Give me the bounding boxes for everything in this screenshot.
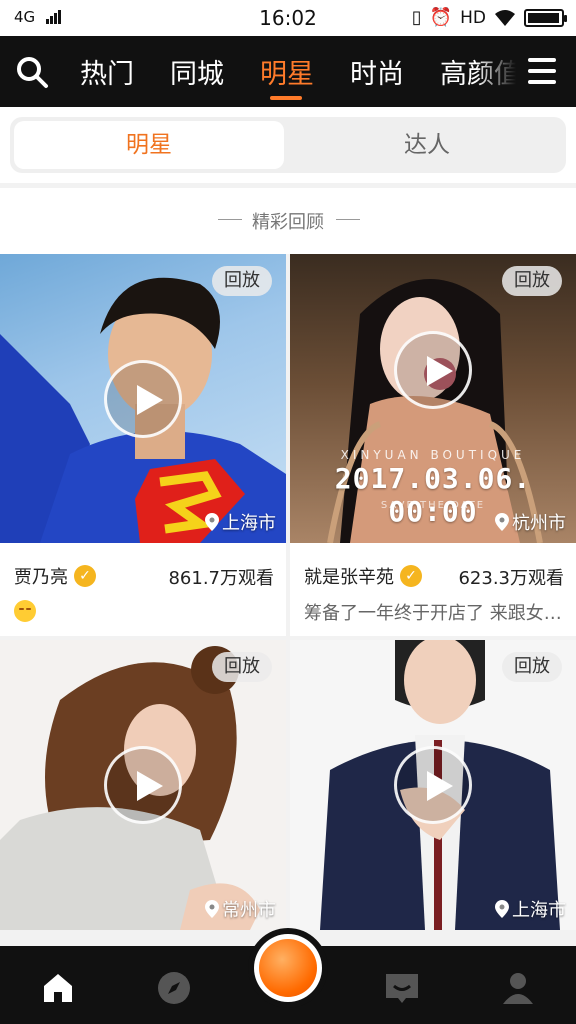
card-thumbnail[interactable]: 回放 上海市 [290,640,576,930]
card-thumbnail[interactable]: 回放 常州市 [0,640,286,930]
home-icon[interactable] [38,968,78,1008]
location-tag: 上海市 [495,896,566,922]
play-icon[interactable] [104,359,182,438]
replay-badge: 回放 [502,652,562,682]
tab-hot[interactable]: 热门 [80,52,134,91]
location-tag: 常州市 [205,896,276,922]
location-pin-icon [495,900,509,918]
replay-badge: 回放 [212,652,272,682]
top-nav: 热门 同城 明星 时尚 高颜值 [0,36,576,107]
replay-badge: 回放 [502,266,562,296]
search-icon[interactable] [14,54,50,90]
segment-talent[interactable]: 达人 [292,121,562,169]
emoji-icon [14,600,36,622]
segment-bar: 明星 达人 [0,107,576,183]
record-button[interactable] [248,928,328,1008]
hd-label: HD [460,8,486,28]
live-card[interactable]: 回放 上海市 贾乃亮 ✓ 861.7万观看 [0,254,286,636]
battery-icon [524,9,567,27]
card-thumbnail[interactable]: 回放 上海市 [0,254,286,543]
divider-right [336,219,360,220]
stream-description: 筹备了一年终于开店了 来跟女… [304,603,562,624]
record-button-core [259,939,317,997]
view-count: 623.3万观看 [458,568,564,589]
compass-icon[interactable] [154,968,194,1008]
segment-control: 明星 达人 [10,117,566,173]
location-label: 上海市 [512,900,566,921]
streamer-name: 就是张辛苑 ✓ [304,563,422,589]
play-icon[interactable] [394,330,472,409]
location-label: 杭州市 [512,513,566,534]
verified-icon: ✓ [74,565,96,587]
play-icon[interactable] [104,746,182,824]
active-tab-indicator [270,96,302,100]
tab-celebrity[interactable]: 明星 [260,52,314,91]
streamer-name-text: 就是张辛苑 [304,567,394,588]
menu-icon[interactable] [528,58,556,84]
replay-badge: 回放 [212,266,272,296]
section-title: 精彩回顾 [252,212,324,233]
tabs-fade [476,36,516,107]
live-card[interactable]: 回放 常州市 [0,640,286,930]
status-bar: 4G 16:02 ▯ ⏰ HD [0,0,576,36]
view-count: 861.7万观看 [168,568,274,589]
card-thumbnail[interactable]: XINYUAN BOUTIQUE 2017.03.06. 00:00 SAVE … [290,254,576,543]
location-pin-icon [205,513,219,531]
location-tag: 杭州市 [495,509,566,535]
vibrate-icon: ▯ [411,7,422,28]
location-label: 常州市 [222,900,276,921]
streamer-name: 贾乃亮 ✓ [14,563,96,589]
verified-icon: ✓ [400,565,422,587]
alarm-icon: ⏰ [429,7,453,28]
wifi-icon [495,10,515,26]
location-pin-icon [495,513,509,531]
message-icon[interactable] [382,968,422,1008]
streamer-name-text: 贾乃亮 [14,567,68,588]
tab-local[interactable]: 同城 [170,52,224,91]
live-card[interactable]: 回放 上海市 [290,640,576,930]
live-card[interactable]: XINYUAN BOUTIQUE 2017.03.06. 00:00 SAVE … [290,254,576,636]
overlay-brand-text: XINYUAN BOUTIQUE [340,448,526,462]
play-icon[interactable] [394,746,472,824]
tab-fashion[interactable]: 时尚 [350,52,404,91]
profile-icon[interactable] [498,968,538,1008]
location-tag: 上海市 [205,509,276,535]
section-header: 精彩回顾 [0,188,576,254]
segment-celebrity[interactable]: 明星 [14,121,284,169]
location-pin-icon [205,900,219,918]
location-label: 上海市 [222,513,276,534]
